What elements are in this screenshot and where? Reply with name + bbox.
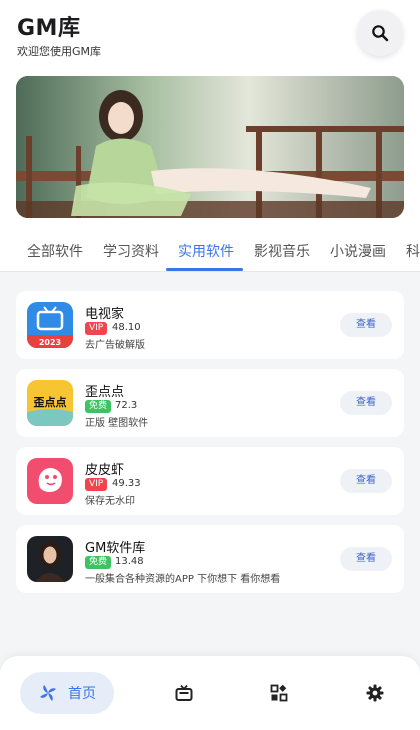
banner-illustration: [16, 76, 404, 218]
home-icon: [40, 685, 56, 701]
gm-library-app-icon: [27, 536, 73, 582]
tab-science[interactable]: 科: [406, 241, 420, 261]
app-card[interactable]: 2023 电视家 VIP 48.10 去广告破解版 查看: [16, 291, 404, 359]
active-tab-indicator: [166, 268, 243, 271]
app-card[interactable]: 歪点点 歪点点 免费 72.3 正版 壁图软件 查看: [16, 369, 404, 437]
apps-icon[interactable]: [270, 684, 288, 702]
tv-app-icon: 2023: [27, 302, 73, 348]
pipixia-app-icon: [27, 458, 73, 504]
tv-icon[interactable]: [175, 684, 193, 702]
free-badge: 免费: [85, 400, 112, 413]
svg-text:2023: 2023: [39, 338, 61, 347]
search-icon: [372, 25, 389, 42]
svg-text:歪点点: 歪点点: [34, 395, 67, 409]
settings-icon[interactable]: [366, 684, 384, 702]
search-button[interactable]: [357, 10, 403, 56]
app-subtitle: 欢迎您使用GM库: [17, 45, 102, 58]
nav-home-button[interactable]: 首页: [20, 672, 114, 714]
category-tabs: 全部软件 学习资料 实用软件 影视音乐 小说漫画 科: [0, 232, 420, 272]
tab-study-materials[interactable]: 学习资料: [103, 241, 159, 261]
vip-badge: VIP: [85, 478, 108, 491]
app-description: 一般集合各种资源的APP 下你想下 看你想看: [85, 574, 281, 585]
app-rating: 72.3: [115, 400, 138, 411]
vip-badge: VIP: [85, 322, 108, 335]
app-card[interactable]: 皮皮虾 VIP 49.33 保存无水印 查看: [16, 447, 404, 515]
app-rating: 48.10: [112, 322, 141, 333]
nav-home-label: 首页: [68, 686, 96, 702]
view-button[interactable]: 查看: [340, 469, 392, 493]
app-card[interactable]: GM软件库 免费 13.48 一般集合各种资源的APP 下你想下 看你想看 查看: [16, 525, 404, 593]
app-name: 皮皮虾: [85, 463, 125, 478]
tab-novels-comics[interactable]: 小说漫画: [330, 241, 386, 261]
view-button[interactable]: 查看: [340, 547, 392, 571]
view-button[interactable]: 查看: [340, 391, 392, 415]
tab-all-software[interactable]: 全部软件: [27, 241, 83, 261]
banner-image[interactable]: [16, 76, 404, 218]
free-badge: 免费: [85, 556, 112, 569]
app-rating: 13.48: [115, 556, 144, 567]
app-description: 去广告破解版: [85, 340, 145, 351]
app-name: 歪点点: [85, 385, 125, 400]
top-section: GM库 欢迎您使用GM库 全部软件 学习资料 实用软件 影视音乐 小说漫画 科: [0, 0, 420, 272]
app-name: 电视家: [85, 307, 125, 322]
tab-utility-software[interactable]: 实用软件: [178, 241, 234, 261]
bottom-navigation: 首页: [0, 656, 420, 730]
tab-film-music[interactable]: 影视音乐: [254, 241, 310, 261]
waidiandian-app-icon: 歪点点: [27, 380, 73, 426]
app-rating: 49.33: [112, 478, 141, 489]
view-button[interactable]: 查看: [340, 313, 392, 337]
app-description: 正版 壁图软件: [85, 418, 149, 429]
app-description: 保存无水印: [85, 496, 135, 507]
app-name: GM软件库: [85, 541, 146, 556]
app-title: GM库: [17, 16, 81, 41]
